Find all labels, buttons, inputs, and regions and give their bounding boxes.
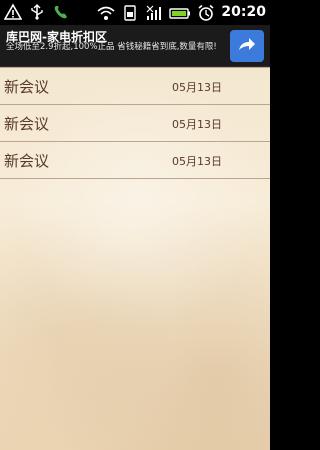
meeting-date: 05月13日 (172, 118, 222, 131)
meeting-list: 新会议 05月13日 新会议 05月13日 新会议 05月13日 (0, 67, 270, 179)
share-arrow-icon (237, 35, 257, 57)
status-bar: 20:20 (0, 0, 270, 25)
meeting-title: 新会议 (4, 115, 50, 133)
wifi-icon (97, 4, 115, 22)
status-left-icons (3, 3, 70, 21)
alarm-icon (197, 4, 215, 22)
signal-icon (145, 4, 163, 22)
usb-icon (28, 3, 46, 21)
meeting-title: 新会议 (4, 152, 50, 170)
meeting-list-item[interactable]: 新会议 05月13日 (0, 105, 270, 142)
ad-banner[interactable]: 库巴网-家电折扣区 全场低至2.9折起,100%正品 省钱秘籍省到底,数量有限! (0, 25, 270, 67)
status-time: 20:20 (221, 4, 266, 20)
status-right-icons: 20:20 (97, 3, 266, 22)
meeting-date: 05月13日 (172, 155, 222, 168)
warning-icon (3, 3, 23, 21)
meeting-list-item[interactable]: 新会议 05月13日 (0, 67, 270, 105)
meeting-title: 新会议 (4, 78, 50, 96)
meeting-list-item[interactable]: 新会议 05月13日 (0, 142, 270, 179)
battery-icon (169, 4, 191, 22)
phone-icon (52, 3, 70, 21)
ad-open-button[interactable] (230, 30, 264, 62)
ad-description: 全场低至2.9折起,100%正品 省钱秘籍省到底,数量有限! (6, 42, 217, 52)
meeting-list-screen: 新会议 05月13日 新会议 05月13日 新会议 05月13日 (0, 67, 270, 450)
sim-icon (121, 4, 139, 22)
meeting-date: 05月13日 (172, 81, 222, 94)
